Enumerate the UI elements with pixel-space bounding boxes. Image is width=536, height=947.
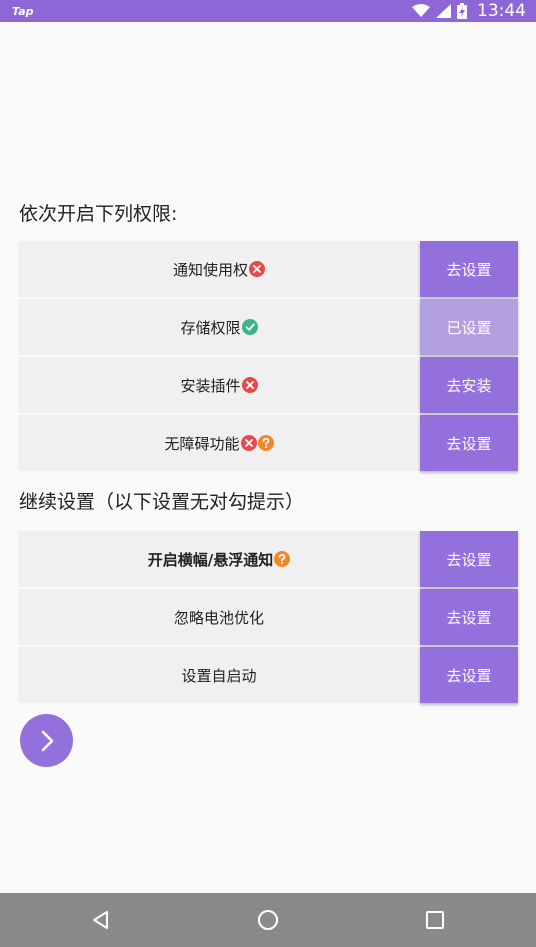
section-title-continue-settings: 继续设置（以下设置无对勾提示） (19, 491, 305, 513)
row-label: 存储权限 (18, 299, 420, 355)
row-banner-notification: 开启横幅/悬浮通知 去设置 (18, 531, 518, 587)
row-label-text: 无障碍功能 (164, 434, 240, 453)
home-icon (258, 910, 278, 930)
status-time: 13:44 (477, 1, 526, 21)
cross-icon (240, 435, 257, 451)
battery-icon (457, 3, 467, 19)
recents-button[interactable] (420, 905, 450, 935)
row-install-plugin: 安装插件 去安装 (18, 357, 518, 413)
cross-icon (249, 261, 265, 277)
home-button[interactable] (253, 905, 283, 935)
row-label: 安装插件 (18, 357, 420, 413)
row-label-text: 安装插件 (180, 376, 241, 395)
row-label-text: 存储权限 (180, 318, 241, 337)
row-storage-permission: 存储权限 已设置 (18, 299, 518, 355)
question-icon[interactable] (257, 435, 274, 451)
row-label: 通知使用权 (18, 241, 420, 297)
row-battery-optimization: 忽略电池优化 去设置 (18, 589, 518, 645)
cross-icon (241, 377, 258, 393)
row-accessibility: 无障碍功能 去设置 (18, 415, 518, 471)
row-label: 无障碍功能 (18, 415, 420, 471)
accessibility-settings-button[interactable]: 去设置 (420, 415, 518, 471)
row-label-text: 忽略电池优化 (173, 608, 264, 627)
row-label-text: 设置自启动 (181, 666, 257, 685)
section-title-permissions: 依次开启下列权限: (19, 203, 178, 225)
row-label: 设置自启动 (18, 647, 420, 703)
autostart-settings-button[interactable]: 去设置 (420, 647, 518, 703)
question-icon[interactable] (274, 551, 291, 567)
back-icon (93, 911, 108, 929)
install-plugin-button[interactable]: 去安装 (420, 357, 518, 413)
permissions-screen: 依次开启下列权限: 通知使用权 去设置 存储权限 已设置 安装插件 去安装 无障… (0, 22, 536, 892)
row-notification-access: 通知使用权 去设置 (18, 241, 518, 297)
check-icon (241, 319, 258, 335)
battery-optimization-settings-button[interactable]: 去设置 (420, 589, 518, 645)
banner-notification-settings-button[interactable]: 去设置 (420, 531, 518, 587)
recents-icon (426, 911, 444, 929)
storage-permission-done-button[interactable]: 已设置 (420, 299, 518, 355)
back-button[interactable] (86, 905, 116, 935)
row-label: 忽略电池优化 (18, 589, 420, 645)
navigation-bar (0, 893, 536, 947)
row-autostart: 设置自启动 去设置 (18, 647, 518, 703)
status-icons: 13:44 (412, 1, 526, 21)
status-app-label: Tap (12, 4, 34, 18)
wifi-icon (412, 4, 430, 17)
row-label-text: 通知使用权 (172, 260, 248, 279)
row-label-text: 开启横幅/悬浮通知 (147, 550, 274, 569)
signal-icon (436, 4, 451, 18)
status-bar: Tap 13:44 (0, 0, 536, 22)
row-label: 开启横幅/悬浮通知 (18, 531, 420, 587)
notification-access-settings-button[interactable]: 去设置 (420, 241, 518, 297)
next-button[interactable] (20, 714, 73, 767)
chevron-right-icon (41, 730, 53, 751)
